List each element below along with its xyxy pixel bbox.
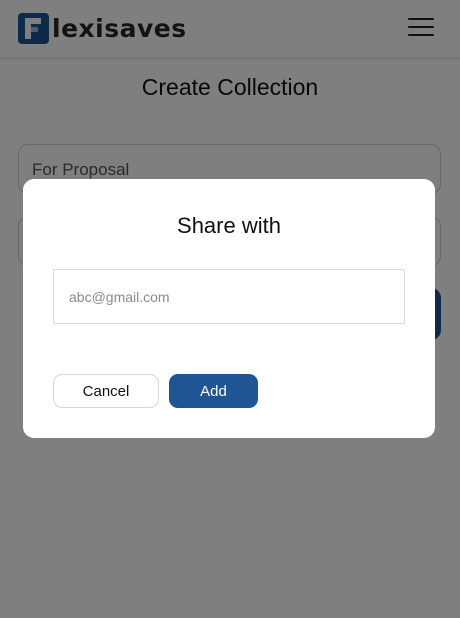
dialog-title: Share with [177,213,281,238]
cancel-button[interactable]: Cancel [53,374,159,408]
share-email-input[interactable] [53,269,405,324]
share-with-dialog: Share with Cancel Add [23,179,435,438]
add-button[interactable]: Add [169,374,258,408]
